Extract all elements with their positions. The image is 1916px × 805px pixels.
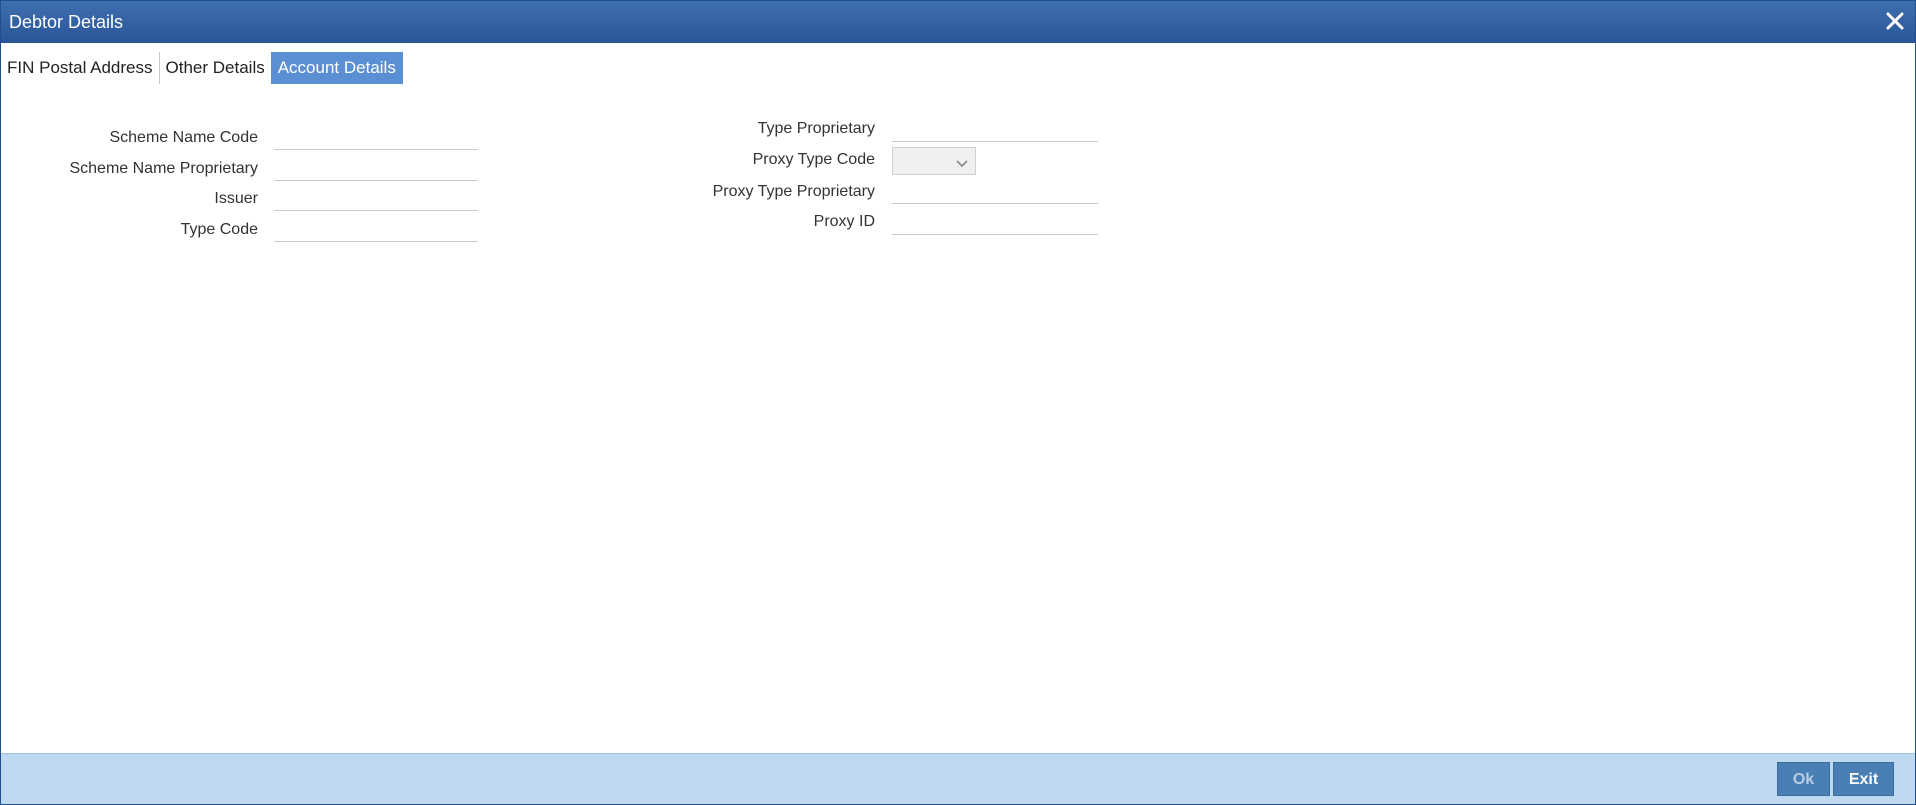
issuer-input[interactable] bbox=[274, 188, 478, 211]
scheme-name-proprietary-label: Scheme Name Proprietary bbox=[69, 160, 258, 177]
scheme-name-proprietary-input[interactable] bbox=[274, 158, 478, 181]
proxy-id-label: Proxy ID bbox=[813, 213, 875, 230]
debtor-details-dialog: Debtor Details FIN Postal Address Other … bbox=[0, 0, 1916, 805]
chevron-down-icon bbox=[955, 156, 969, 168]
type-code-label: Type Code bbox=[180, 221, 258, 238]
proxy-type-proprietary-input[interactable] bbox=[892, 181, 1098, 204]
scheme-name-code-label: Scheme Name Code bbox=[109, 129, 258, 146]
type-proprietary-input[interactable] bbox=[892, 119, 1098, 142]
scheme-name-code-input[interactable] bbox=[274, 127, 478, 150]
issuer-label: Issuer bbox=[214, 190, 258, 207]
tab-fin-postal-address[interactable]: FIN Postal Address bbox=[1, 52, 159, 84]
proxy-type-proprietary-label: Proxy Type Proprietary bbox=[712, 183, 875, 200]
proxy-type-code-select[interactable] bbox=[892, 147, 976, 175]
ok-button[interactable]: Ok bbox=[1777, 762, 1830, 796]
tab-account-details[interactable]: Account Details bbox=[270, 52, 403, 84]
close-icon[interactable] bbox=[1883, 9, 1907, 33]
tab-bar: FIN Postal Address Other Details Account… bbox=[1, 52, 403, 84]
dialog-footer: Ok Exit bbox=[1, 753, 1915, 804]
dialog-titlebar: Debtor Details bbox=[1, 1, 1915, 43]
proxy-type-code-label: Proxy Type Code bbox=[752, 151, 875, 168]
type-code-input[interactable] bbox=[274, 219, 478, 242]
proxy-id-input[interactable] bbox=[892, 212, 1098, 235]
exit-button[interactable]: Exit bbox=[1833, 762, 1894, 796]
dialog-title: Debtor Details bbox=[9, 12, 124, 32]
tab-other-details[interactable]: Other Details bbox=[158, 52, 271, 84]
type-proprietary-label: Type Proprietary bbox=[757, 120, 875, 137]
